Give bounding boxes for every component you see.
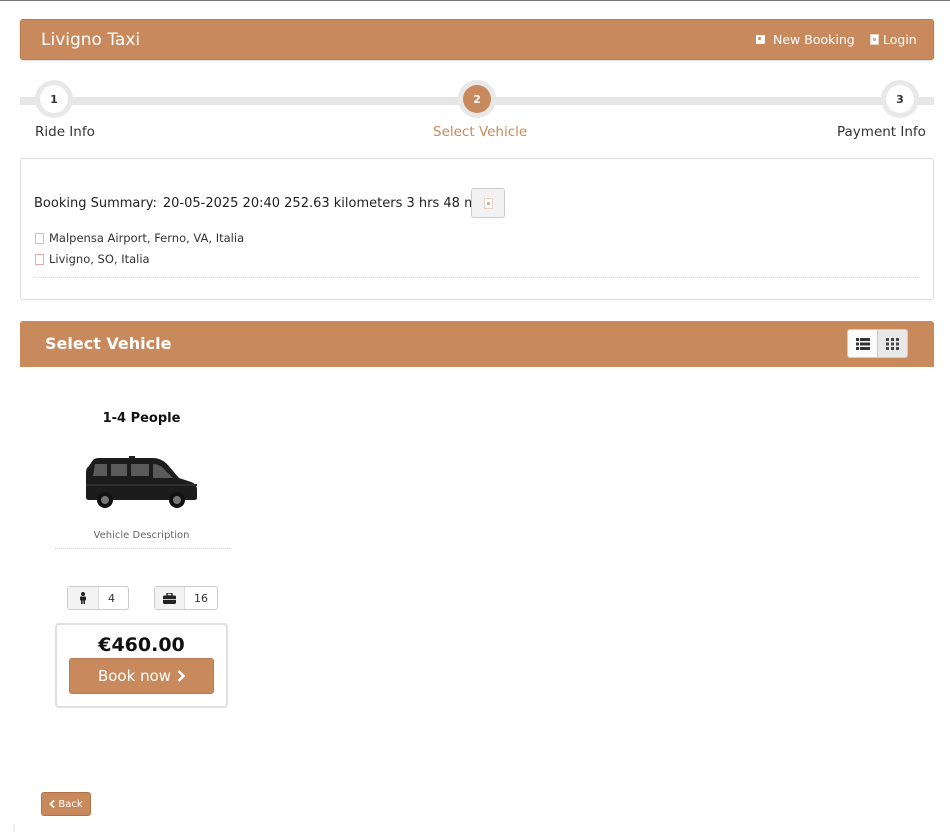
chevron-right-icon (177, 670, 186, 682)
step-3-circle: 3 (881, 80, 919, 118)
luggage-count: 16 (194, 591, 208, 605)
grid-icon (886, 337, 899, 350)
map-toggle-button[interactable] (471, 188, 505, 218)
pickup-address: Malpensa Airport, Ferno, VA, Italia (35, 231, 244, 245)
passenger-count: 4 (108, 591, 115, 605)
login-link[interactable]: Login (870, 32, 917, 47)
select-vehicle-header: Select Vehicle (20, 321, 934, 367)
back-button[interactable]: Back (41, 792, 91, 816)
page-edge-mark (13, 824, 15, 832)
step-1-circle: 1 (35, 80, 73, 118)
summary-divider (34, 277, 920, 278)
passenger-capacity: 4 (67, 586, 129, 610)
briefcase-icon (155, 587, 185, 609)
person-icon (68, 587, 99, 609)
luggage-capacity: 16 (154, 586, 218, 610)
booking-summary-row: Booking Summary: 20-05-2025 20:40 252.63… (34, 196, 495, 211)
dropoff-marker-icon (35, 253, 44, 265)
step-3-label: Payment Info (837, 124, 926, 140)
navbar: Livigno Taxi New Booking Login (20, 19, 934, 60)
booking-summary-panel: Booking Summary: 20-05-2025 20:40 252.63… (20, 158, 934, 300)
pickup-text: Malpensa Airport, Ferno, VA, Italia (49, 231, 245, 245)
booking-datetime: 20-05-2025 20:40 (162, 196, 281, 211)
tags-icon (756, 34, 769, 45)
map-icon (483, 197, 493, 209)
price-box: €460.00 Book now (55, 623, 228, 708)
grid-view-button[interactable] (877, 329, 908, 358)
login-label: Login (883, 32, 917, 47)
login-icon (870, 34, 879, 45)
chevron-left-icon (49, 800, 55, 808)
dropoff-text: Livigno, SO, Italia (49, 252, 150, 266)
select-vehicle-title: Select Vehicle (45, 334, 172, 353)
book-now-label: Book now (97, 667, 172, 685)
booking-summary-label: Booking Summary: (34, 196, 157, 211)
vehicle-divider (55, 548, 230, 549)
vehicle-title: 1-4 People (102, 411, 181, 426)
new-booking-link[interactable]: New Booking (756, 32, 855, 47)
pickup-marker-icon (35, 232, 44, 244)
dropoff-address: Livigno, SO, Italia (35, 252, 150, 266)
booking-distance: 252.63 kilometers (284, 196, 403, 211)
step-3-number: 3 (886, 85, 914, 113)
step-2-label: Select Vehicle (433, 124, 528, 140)
book-now-button[interactable]: Book now (69, 658, 214, 694)
top-border (0, 0, 950, 1)
list-view-button[interactable] (847, 329, 878, 358)
new-booking-label: New Booking (773, 32, 855, 47)
vehicle-image (86, 456, 197, 508)
brand-title[interactable]: Livigno Taxi (41, 30, 140, 50)
list-icon (855, 337, 870, 350)
vehicle-description: Vehicle Description (93, 530, 190, 541)
vehicle-price: €460.00 (98, 634, 185, 656)
step-1-number: 1 (40, 85, 68, 113)
step-2-number: 2 (463, 85, 491, 113)
step-2-circle: 2 (458, 80, 496, 118)
back-label: Back (58, 798, 83, 810)
step-1-label: Ride Info (35, 124, 95, 140)
